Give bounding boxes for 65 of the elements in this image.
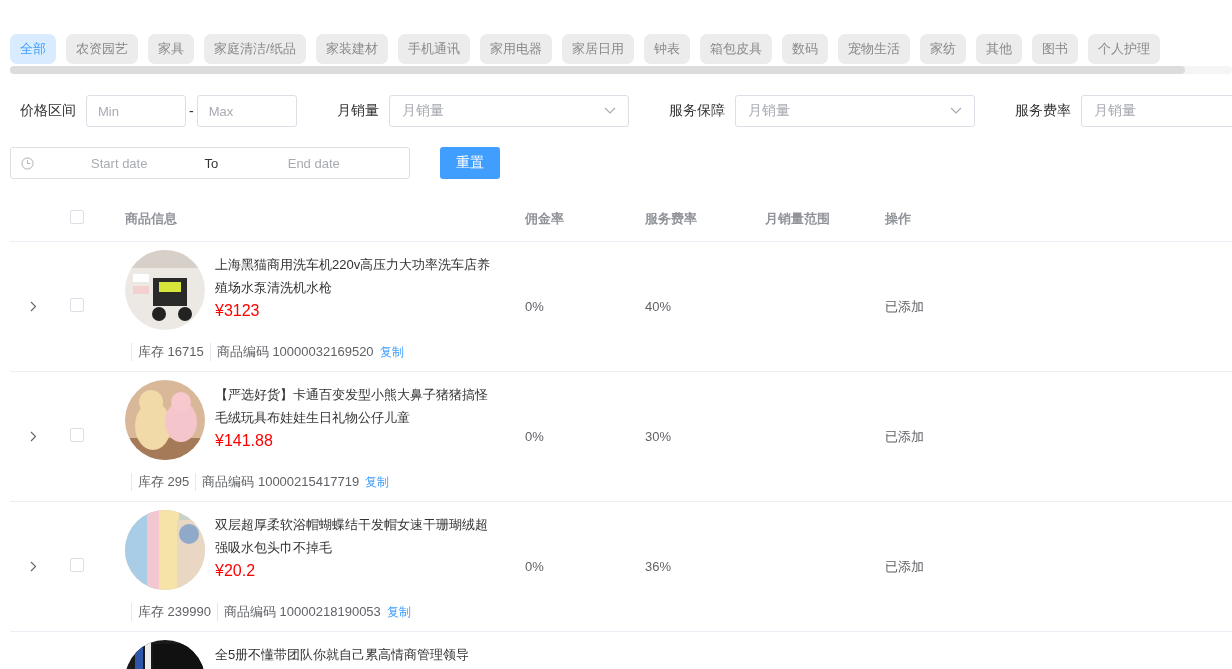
stock-count: 库存 295 (131, 473, 196, 491)
stock-count: 库存 16715 (131, 343, 210, 361)
row-checkbox[interactable] (70, 427, 84, 442)
category-tab[interactable]: 全部 (10, 34, 56, 64)
column-header: 商品信息 (125, 211, 177, 226)
clock-icon (21, 156, 34, 170)
category-tab[interactable]: 家庭清洁/纸品 (204, 34, 306, 64)
filter-label: 服务费率 (1014, 102, 1071, 120)
category-tab[interactable]: 钟表 (643, 34, 690, 64)
range-separator: - (189, 103, 194, 119)
category-tab[interactable]: 农资园艺 (66, 34, 138, 64)
select-field[interactable]: 月销量 (1080, 95, 1232, 127)
category-tab[interactable]: 其他 (975, 34, 1022, 64)
product-title: 上海黑猫商用洗车机220v高压力大功率洗车店养殖场水泵清洗机水枪 (215, 256, 492, 297)
reset-button[interactable]: 重置 (440, 147, 500, 179)
min-price-field[interactable]: Min (86, 95, 186, 127)
copy-link[interactable]: 复制 (379, 343, 404, 361)
product-price: ¥3123 (215, 302, 261, 320)
select-field[interactable]: 月销量 (388, 95, 629, 127)
select-field[interactable]: 月销量 (734, 95, 975, 127)
category-tab[interactable]: 宠物生活 (837, 34, 910, 64)
chevron-down-icon (603, 107, 616, 115)
table-cell-text: 已添加 (885, 557, 925, 576)
stock-count: 库存 239990 (131, 603, 217, 621)
date-range-field[interactable]: Start date To End date (10, 147, 410, 179)
category-tab[interactable]: 家用电器 (479, 34, 552, 64)
table-cell-text: 0% (525, 429, 545, 444)
product-title: 双层超厚柔软浴帽蝴蝶结干发帽女速干珊瑚绒超强吸水包头巾不掉毛 (215, 516, 489, 557)
column-header: 月销量范围 (765, 211, 830, 226)
column-header: 服务费率 (645, 211, 697, 226)
table-cell-text: 40% (645, 299, 673, 314)
table-cell-text: 30% (645, 429, 673, 444)
category-tab[interactable]: 家居日用 (561, 34, 634, 64)
table-cell-text: 已添加 (885, 427, 925, 446)
category-tab[interactable]: 家纺 (919, 34, 966, 64)
filter-label: 价格区间 (20, 102, 76, 120)
category-tab[interactable]: 手机通讯 (397, 34, 470, 64)
chevron-down-icon (949, 107, 962, 115)
copy-link[interactable]: 复制 (386, 603, 411, 621)
product-code: 商品编码 10000215417719 (195, 473, 366, 491)
column-header: 佣金率 (525, 211, 564, 226)
filter-label: 月销量 (336, 102, 379, 120)
category-tab[interactable]: 个人护理 (1087, 34, 1160, 64)
select-all-checkbox[interactable] (70, 210, 84, 224)
row-checkbox[interactable] (70, 557, 84, 572)
table-cell-text: 已添加 (885, 297, 925, 316)
product-code: 商品编码 10000032169520 (209, 343, 380, 361)
max-price-field[interactable]: Max (196, 95, 297, 127)
category-tab[interactable]: 图书 (1031, 34, 1078, 64)
product-price: ¥20.2 (215, 562, 257, 580)
table-cell-text: 36% (645, 559, 673, 574)
table-cell-text: 0% (525, 299, 545, 314)
product-title: 【严选好货】卡通百变发型小熊大鼻子猪猪搞怪毛绒玩具布娃娃生日礼物公仔儿童 (215, 386, 489, 427)
category-tab[interactable]: 家装建材 (315, 34, 388, 64)
filter-label: 服务保障 (668, 102, 725, 120)
category-tab[interactable]: 箱包皮具 (699, 34, 772, 64)
row-checkbox[interactable] (70, 297, 84, 312)
product-code: 商品编码 10000218190053 (217, 603, 387, 621)
product-price: ¥141.88 (215, 432, 274, 450)
category-tab[interactable]: 数码 (781, 34, 828, 64)
copy-link[interactable]: 复制 (365, 473, 390, 491)
table-cell-text: 0% (525, 559, 545, 574)
category-tab[interactable]: 家具 (148, 34, 194, 64)
product-title: 全5册不懂带团队你就自己累高情商管理领导 (215, 646, 471, 664)
column-header: 操作 (885, 211, 911, 226)
